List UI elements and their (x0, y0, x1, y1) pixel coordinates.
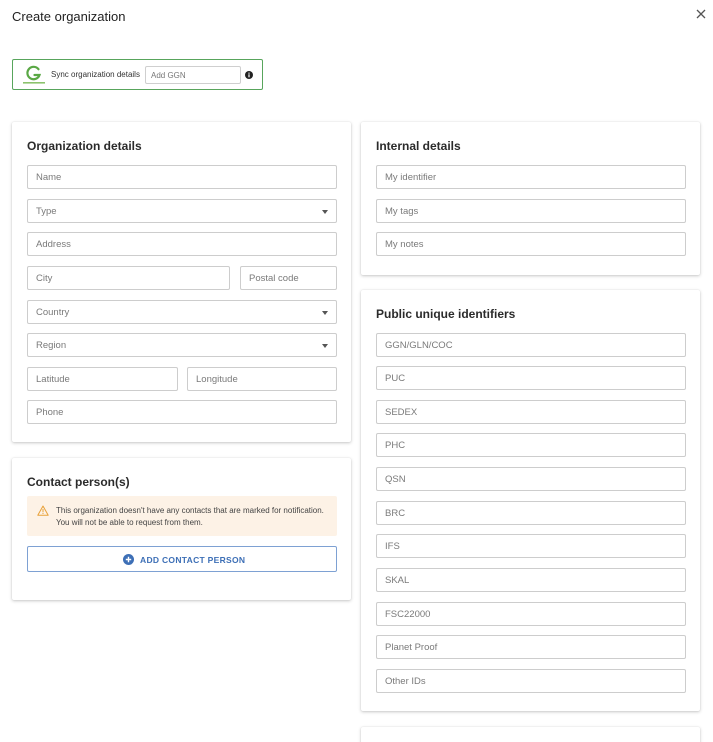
chevron-down-icon (322, 210, 328, 214)
add-contact-person-label: ADD CONTACT PERSON (140, 555, 246, 565)
name-field[interactable] (27, 165, 337, 189)
ggn-gln-coc-field[interactable] (376, 333, 686, 357)
close-icon[interactable] (693, 6, 709, 22)
plus-circle-icon (123, 554, 134, 565)
my-identifier-field[interactable] (376, 165, 686, 189)
sedex-field[interactable] (376, 400, 686, 424)
organization-details-card: Organization details Type Country Region (12, 122, 351, 442)
contact-persons-title: Contact person(s) (27, 475, 130, 489)
public-identifiers-card: Public unique identifiers (361, 290, 700, 711)
qsn-field[interactable] (376, 467, 686, 491)
contact-persons-card: Contact person(s) This organization does… (12, 458, 351, 600)
add-contact-person-button[interactable]: ADD CONTACT PERSON (27, 546, 337, 572)
region-select[interactable]: Region (27, 333, 337, 357)
chevron-down-icon (322, 344, 328, 348)
latitude-field[interactable] (27, 367, 178, 391)
public-identifiers-title: Public unique identifiers (376, 307, 516, 321)
longitude-field[interactable] (187, 367, 337, 391)
sync-label: Sync organization details (51, 70, 140, 79)
organization-details-title: Organization details (27, 139, 142, 153)
ggn-input[interactable] (145, 66, 241, 84)
notification-warning-alert: This organization doesn't have any conta… (27, 496, 337, 536)
planet-proof-field[interactable] (376, 635, 686, 659)
type-select[interactable]: Type (27, 199, 337, 223)
my-notes-field[interactable] (376, 232, 686, 256)
sync-organization-panel: Sync organization details (12, 59, 263, 90)
country-select-value: Country (36, 307, 70, 318)
city-field[interactable] (27, 266, 230, 290)
brc-field[interactable] (376, 501, 686, 525)
ifs-field[interactable] (376, 534, 686, 558)
skal-field[interactable] (376, 568, 686, 592)
dialog-title: Create organization (12, 9, 126, 24)
other-ids-field[interactable] (376, 669, 686, 693)
type-select-value: Type (36, 206, 57, 217)
warning-icon (37, 505, 49, 516)
info-icon[interactable] (245, 71, 253, 79)
address-field[interactable] (27, 232, 337, 256)
next-section-card (361, 727, 700, 742)
internal-details-title: Internal details (376, 139, 461, 153)
postal-code-field[interactable] (240, 266, 337, 290)
my-tags-field[interactable] (376, 199, 686, 223)
fsc22000-field[interactable] (376, 602, 686, 626)
country-select[interactable]: Country (27, 300, 337, 324)
internal-details-card: Internal details (361, 122, 700, 275)
chevron-down-icon (322, 311, 328, 315)
puc-field[interactable] (376, 366, 686, 390)
phone-field[interactable] (27, 400, 337, 424)
alert-text: This organization doesn't have any conta… (56, 506, 324, 527)
phc-field[interactable] (376, 433, 686, 457)
globalg-ap-logo (23, 65, 45, 84)
region-select-value: Region (36, 340, 67, 351)
